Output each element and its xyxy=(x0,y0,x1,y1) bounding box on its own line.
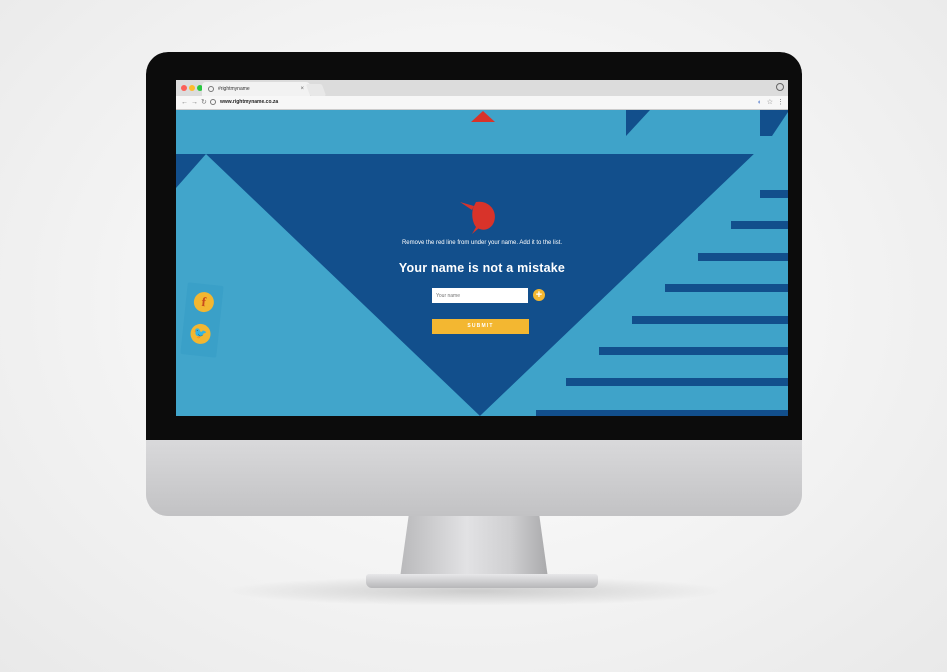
facebook-icon[interactable]: f xyxy=(192,291,215,314)
site-info-icon[interactable] xyxy=(210,99,216,105)
reload-icon[interactable]: ↻ xyxy=(201,97,207,108)
translate-icon[interactable]: ◐ xyxy=(758,97,762,108)
address-bar[interactable]: www.rightmyname.co.za xyxy=(220,97,278,108)
window-close-dot[interactable] xyxy=(181,85,187,91)
tab-title: #rightmyname xyxy=(218,86,250,92)
browser-window: #rightmyname × ← → ↻ www.rightmyname.co.… xyxy=(176,80,788,416)
tab-close-icon[interactable]: × xyxy=(300,82,304,96)
monitor-stand-base xyxy=(366,574,598,588)
social-share-panel: f 🐦 xyxy=(180,282,224,358)
page-headline: Your name is not a mistake xyxy=(398,261,566,275)
menu-icon[interactable]: ⋮ xyxy=(777,97,784,108)
monitor-stand xyxy=(400,514,548,578)
new-tab-button[interactable] xyxy=(305,84,327,96)
window-minimize-dot[interactable] xyxy=(189,85,195,91)
name-input[interactable] xyxy=(432,288,528,303)
page-favicon-icon xyxy=(208,86,214,92)
forward-icon[interactable]: → xyxy=(191,97,198,108)
browser-toolbar: ← → ↻ www.rightmyname.co.za ◐ ☆ ⋮ xyxy=(176,96,788,110)
back-icon[interactable]: ← xyxy=(181,97,188,108)
twitter-icon[interactable]: 🐦 xyxy=(189,322,212,345)
add-name-button[interactable]: + xyxy=(533,289,545,301)
profile-icon[interactable] xyxy=(776,83,784,91)
submit-button[interactable]: SUBMIT xyxy=(432,319,529,334)
instruction-text: Remove the red line from under your name… xyxy=(401,240,563,246)
monitor-chin xyxy=(146,440,802,516)
browser-tab-bar: #rightmyname × xyxy=(176,80,788,96)
web-page: Remove the red line from under your name… xyxy=(176,110,788,416)
bookmark-star-icon[interactable]: ☆ xyxy=(767,97,773,108)
browser-tab[interactable]: #rightmyname × xyxy=(202,82,310,96)
